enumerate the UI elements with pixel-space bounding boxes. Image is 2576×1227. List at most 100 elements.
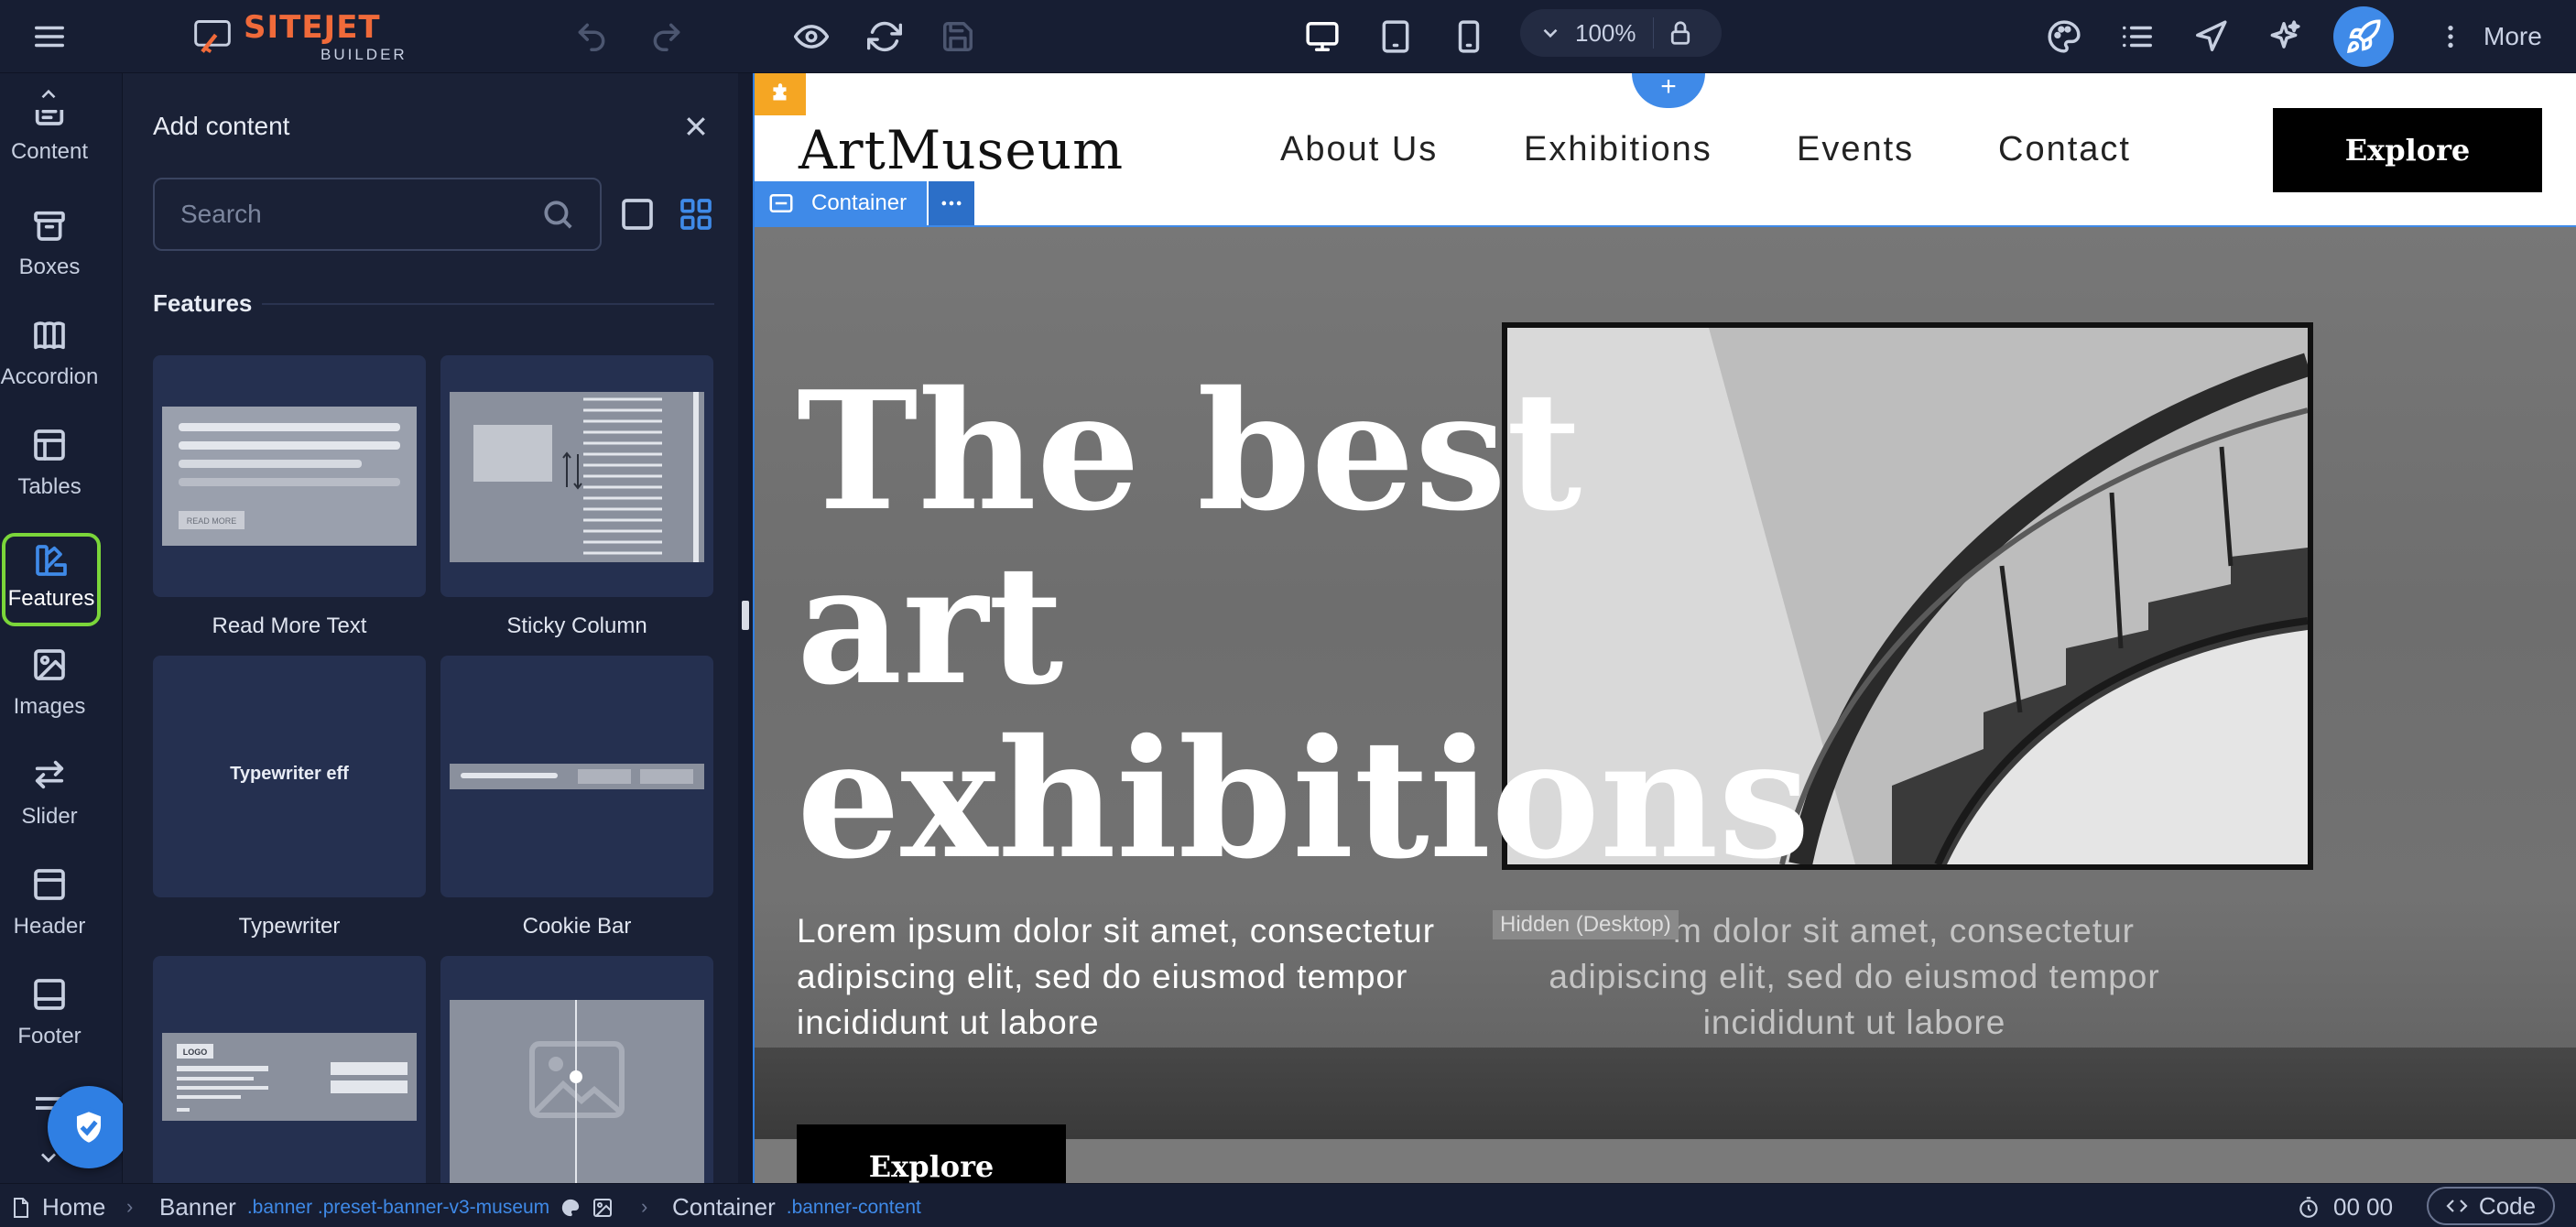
box-icon [34,211,65,241]
refresh-icon[interactable] [857,9,912,64]
rail-item-label: Header [13,914,86,939]
read-more-thumb-label: READ MORE [187,516,237,526]
nav-link-contact[interactable]: Contact [1998,130,2131,169]
sticky-column-thumbnail [450,392,704,562]
publish-rocket-button[interactable] [2333,6,2394,67]
rail-item-slider[interactable]: Slider [0,756,99,848]
brand-sub: BUILDER [321,45,408,63]
container-options-button[interactable] [929,181,975,225]
table-icon [34,429,65,461]
feature-card-image-compare[interactable] [440,956,713,1183]
hero-banner[interactable]: The best art exhibitions Lorem ipsum dol… [755,225,2576,1183]
nav-link-events[interactable]: Events [1797,130,1914,169]
feature-card-typewriter[interactable]: Typewriter eff [153,656,426,897]
breadcrumb-separator: › [641,1195,648,1218]
editor-canvas[interactable]: ArtMuseum About Us Exhibitions Events Co… [753,73,2576,1183]
ai-sparkle-icon[interactable] [2256,9,2311,64]
footer-icon [34,979,65,1010]
hero-title[interactable]: The best art exhibitions [797,364,1810,895]
header-explore-button[interactable]: Explore [2273,108,2542,192]
section-divider [262,303,714,305]
zoom-level: 100% [1575,18,1636,47]
feature-card-sticky-column[interactable] [440,355,713,597]
cookie-bar-thumbnail [450,764,704,789]
tablet-view-icon[interactable] [1368,9,1423,64]
rail-item-footer[interactable]: Footer [0,976,99,1068]
close-panel-button[interactable] [678,108,714,145]
rail-item-boxes[interactable]: Boxes [0,207,99,299]
single-column-view-icon[interactable] [619,196,656,233]
breadcrumb-home[interactable]: Home [9,1193,105,1222]
container-icon [769,194,793,212]
feature-card-header-logo[interactable]: LOGO [153,956,426,1183]
container-selection-tag[interactable]: Container [755,181,975,225]
hero-explore-button[interactable]: Explore [797,1124,1066,1183]
site-brand[interactable]: ArtMuseum [799,119,1124,181]
stopwatch-icon [2299,1196,2318,1218]
image-icon [34,649,65,680]
nav-link-exhibitions[interactable]: Exhibitions [1524,130,1712,169]
grid-view-icon[interactable] [678,196,714,233]
zoom-control[interactable]: 100% [1520,9,1722,57]
plugin-badge[interactable] [755,73,806,115]
chevron-down-icon [1543,28,1558,38]
feature-card-label: Read More Text [212,614,367,638]
timer[interactable]: 00 00 [2297,1193,2393,1222]
breadcrumb-banner[interactable]: Banner .banner .preset-banner-v3-museum [159,1193,614,1222]
header-icon [34,869,65,900]
palette-icon[interactable] [2037,9,2092,64]
rail-item-images[interactable]: Images [0,646,99,738]
header-logo-thumbnail: LOGO [162,1033,417,1121]
shield-check-icon [72,1107,105,1147]
list-icon[interactable] [2110,9,2165,64]
lock-icon[interactable] [1667,19,1694,47]
feature-card-cookie-bar[interactable] [440,656,713,897]
undo-icon[interactable] [564,9,619,64]
rail-item-features[interactable]: Features [2,533,101,626]
redo-icon[interactable] [639,9,694,64]
search-icon[interactable] [540,197,575,232]
rocket-icon [2347,19,2381,53]
rail-item-tables[interactable]: Tables [0,427,99,518]
nav-link-about-us[interactable]: About Us [1280,130,1438,169]
code-button[interactable]: Code [2427,1187,2555,1225]
more-menu[interactable]: More [2436,9,2542,64]
desktop-view-icon[interactable] [1295,9,1350,64]
sitejet-logo-icon [194,20,231,54]
hidden-desktop-badge: Hidden (Desktop) [1493,910,1679,939]
rail-item-label: Slider [21,804,78,829]
breadcrumb-container[interactable]: Container .banner-content [672,1193,921,1222]
privacy-shield-button[interactable] [48,1086,130,1168]
rail-item-label: Footer [17,1024,82,1048]
breadcrumb-banner-label: Banner [159,1193,236,1221]
sitejet-logo: SITEJET BUILDER [192,5,408,68]
container-tag-label-area[interactable]: Container [755,181,928,225]
menu-icon[interactable] [22,9,77,64]
preview-eye-icon[interactable] [784,9,839,64]
palette-icon[interactable] [560,1198,581,1218]
feature-card-label: Sticky Column [506,614,647,638]
mobile-view-icon[interactable] [1441,9,1496,64]
breadcrumb-container-class: .banner-content [786,1196,921,1218]
hero-paragraph[interactable]: Lorem ipsum dolor sit amet, consectetur … [797,908,1435,1046]
search-input[interactable] [153,178,602,251]
top-toolbar: SITEJET BUILDER 100% More [0,0,2576,73]
features-icon [36,545,67,576]
panel-resize-handle[interactable] [742,601,749,630]
feature-card-read-more-text[interactable]: READ MORE [153,355,426,597]
rail-item-content[interactable]: Content [0,92,99,183]
save-icon[interactable] [930,9,985,64]
hero-title-line: art [797,529,1064,721]
accordion-icon [34,321,65,350]
brand-main: SITEJET [244,8,381,46]
code-label: Code [2478,1191,2537,1220]
rail-item-accordion[interactable]: Accordion [0,317,99,408]
navigation-arrow-icon[interactable] [2183,9,2238,64]
image-icon[interactable] [592,1197,614,1219]
rail-item-header[interactable]: Header [0,866,99,958]
hero-paragraph-line: adipiscing elit, sed do eiusmod tempor [797,958,1408,995]
hidden-paragraph-line: incididunt ut labore [1702,1004,2006,1041]
rail-item-label: Accordion [0,364,99,389]
panel-title: Add content [153,112,290,140]
hero-title-line: exhibitions [797,703,1810,895]
